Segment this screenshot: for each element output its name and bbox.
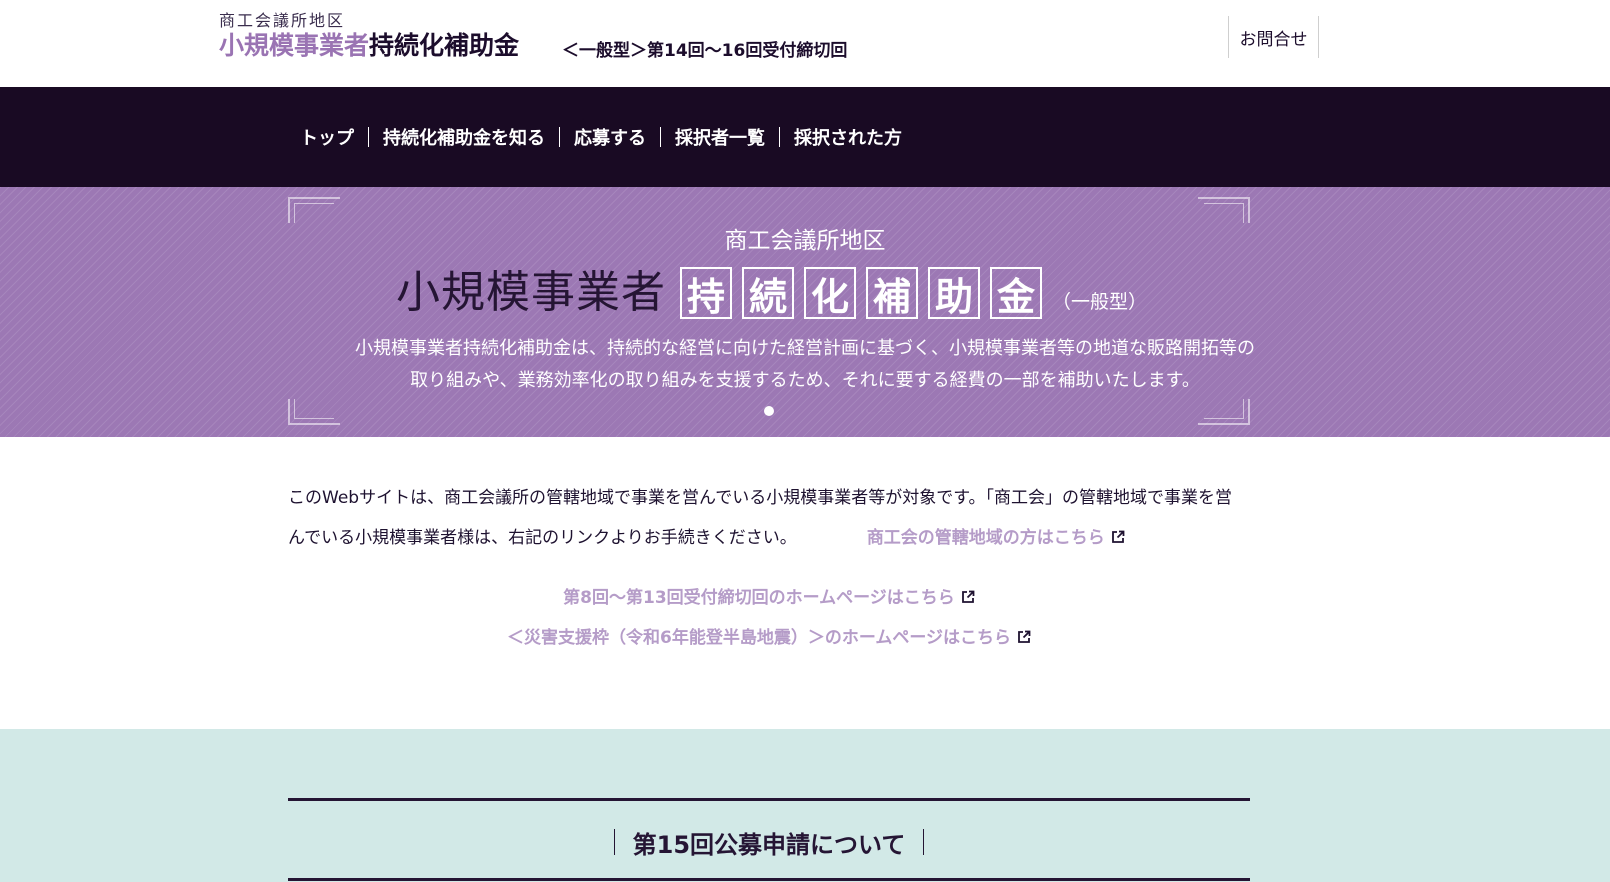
disaster-link[interactable]: ＜災害支援枠（令和6年能登半島地震）＞のホームページはこちら <box>507 628 1031 648</box>
nav-separator <box>779 127 780 147</box>
nav-separator <box>559 127 560 147</box>
hero-description-line: 小規模事業者持続化補助金は、持続的な経営に向けた経営計画に基づく、小規模事業者等… <box>355 338 1255 359</box>
hero-title-lead: 小規模事業者 <box>396 267 666 318</box>
nav-item-top[interactable]: トップ <box>300 124 354 150</box>
hero-title-kanji: 金 <box>990 267 1042 319</box>
application-section: 第15回公募申請について <box>0 729 1610 882</box>
global-nav: トップ 持続化補助金を知る 応募する 採択者一覧 採択された方 <box>0 87 1610 187</box>
past-rounds-link-row: 第8回〜第13回受付締切回のホームページはこちら <box>0 583 1538 608</box>
nav-separator <box>368 127 369 147</box>
frame-corner <box>294 203 334 223</box>
nav-item-apply[interactable]: 応募する <box>574 124 646 150</box>
carousel-dot[interactable] <box>764 406 774 416</box>
intro-text: このWebサイトは、商工会議所の管轄地域で事業を営んでいる小規模事業者等が対象で… <box>288 478 1248 558</box>
contact-button[interactable]: お問合せ <box>1228 16 1319 58</box>
site-header: 商工会議所地区 小規模事業者持続化補助金 ＜一般型＞第14回〜16回受付締切回 … <box>0 0 1610 87</box>
disaster-link-row: ＜災害支援枠（令和6年能登半島地震）＞のホームページはこちら <box>0 623 1538 648</box>
hero-title-kanji: 化 <box>804 267 856 319</box>
external-link-icon <box>961 590 975 603</box>
site-logo[interactable]: 小規模事業者持続化補助金 <box>219 26 519 62</box>
section-heading: 第15回公募申請について <box>0 825 1538 859</box>
hero-title: 小規模事業者 持 続 化 補 助 金 （一般型） <box>396 265 1147 319</box>
shokokai-link[interactable]: 商工会の管轄地域の方はこちら <box>867 528 1125 548</box>
hero-description-line: 取り組みや、業務効率化の取り組みを支援するため、それに要する経費の一部を補助いた… <box>410 370 1200 391</box>
section-title: 第15回公募申請について <box>632 830 906 859</box>
hero-title-kanji: 続 <box>742 267 794 319</box>
hero-title-type: （一般型） <box>1052 291 1148 313</box>
external-link-icon <box>1018 630 1031 643</box>
logo-text-dark: 持続化補助金 <box>369 31 520 60</box>
hero-title-kanji: 持 <box>680 267 732 319</box>
nav-list: トップ 持続化補助金を知る 応募する 採択者一覧 採択された方 <box>300 87 902 187</box>
disaster-link-label: ＜災害支援枠（令和6年能登半島地震）＞のホームページはこちら <box>507 628 1011 648</box>
nav-separator <box>660 127 661 147</box>
heading-bar <box>613 829 615 855</box>
frame-corner <box>1204 399 1244 419</box>
section-rule-top <box>288 798 1250 801</box>
nav-item-adopted-list[interactable]: 採択者一覧 <box>675 124 765 150</box>
past-rounds-link[interactable]: 第8回〜第13回受付締切回のホームページはこちら <box>563 588 975 608</box>
logo-text-purple: 小規模事業者 <box>219 31 370 60</box>
nav-item-adopted[interactable]: 採択された方 <box>794 124 902 150</box>
nav-item-about[interactable]: 持続化補助金を知る <box>383 124 545 150</box>
hero-subtitle: 商工会議所地区 <box>724 228 886 254</box>
external-link-icon <box>1111 530 1125 543</box>
section-rule-bottom <box>288 878 1250 881</box>
frame-corner <box>294 399 334 419</box>
hero-title-kanji: 助 <box>928 267 980 319</box>
heading-bar <box>923 829 925 855</box>
hero-description: 小規模事業者持続化補助金は、持続的な経営に向けた経営計画に基づく、小規模事業者等… <box>0 333 1610 397</box>
frame-corner <box>1204 203 1244 223</box>
hero-title-kanji: 補 <box>866 267 918 319</box>
past-rounds-link-label: 第8回〜第13回受付締切回のホームページはこちら <box>563 588 955 608</box>
shokokai-link-label: 商工会の管轄地域の方はこちら <box>866 528 1105 548</box>
logo-round-info: ＜一般型＞第14回〜16回受付締切回 <box>562 41 848 61</box>
hero-banner: 商工会議所地区 小規模事業者 持 続 化 補 助 金 （一般型） 小規模事業者持… <box>0 187 1610 437</box>
